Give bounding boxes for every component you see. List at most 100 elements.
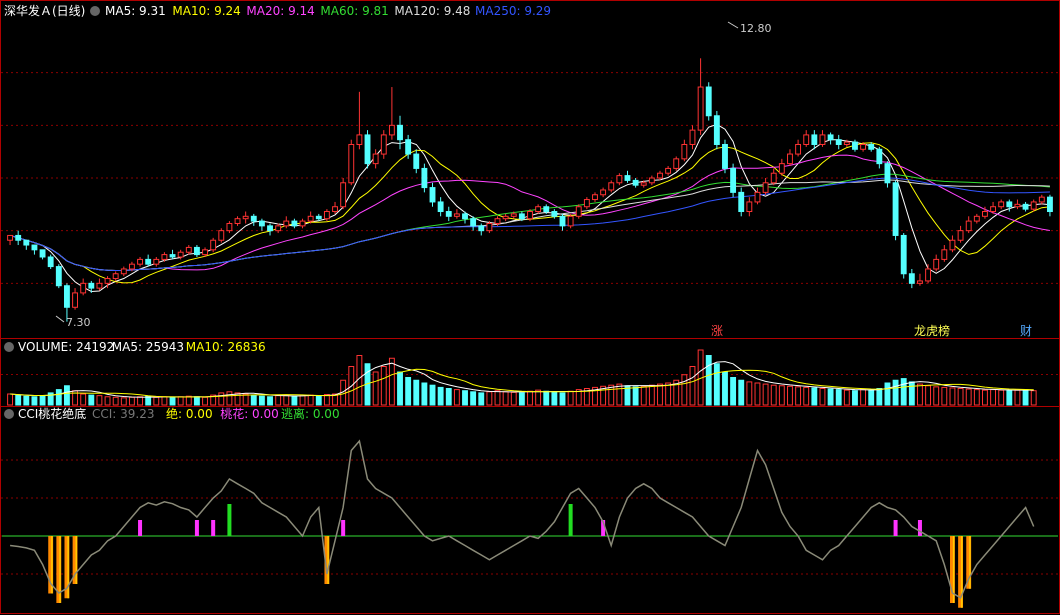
- candle-body: [925, 268, 932, 282]
- volume-bar: [161, 396, 168, 406]
- candle-body: [705, 86, 712, 117]
- candle-body: [494, 218, 501, 224]
- candle-body: [917, 280, 923, 284]
- candle-body: [876, 148, 883, 165]
- volume-bar: [202, 396, 208, 406]
- volume-bar: [478, 392, 485, 406]
- volume-bar: [705, 355, 712, 406]
- candle-body: [15, 234, 22, 241]
- volume-bar: [925, 385, 932, 406]
- grid-lines: [1, 72, 1059, 575]
- candle-body: [63, 285, 70, 308]
- candle-body: [405, 139, 412, 155]
- taohua-signal-bar: [917, 520, 922, 536]
- candle-body: [478, 225, 485, 232]
- candle-body: [957, 230, 964, 241]
- volume-bar: [494, 390, 501, 406]
- volume-bar: [55, 389, 62, 406]
- candle-body: [965, 220, 972, 232]
- candle-body: [990, 206, 997, 213]
- volume-bar: [96, 395, 103, 406]
- volume-bar: [819, 388, 826, 406]
- event-label-longhubang[interactable]: 龙虎榜: [914, 323, 950, 338]
- candle-body: [982, 211, 988, 217]
- volume-bar: [510, 391, 517, 406]
- indicator-label: MA5: 25943: [112, 340, 184, 354]
- event-label-cai[interactable]: 财: [1020, 324, 1032, 338]
- volume-bar: [291, 395, 298, 406]
- candle-body: [600, 189, 607, 196]
- volume-bar: [23, 395, 30, 406]
- indicator-label: MA5: 9.31: [105, 4, 166, 18]
- volume-bar: [827, 388, 834, 406]
- candle-body: [153, 258, 160, 265]
- candle-body: [307, 215, 314, 222]
- volume-bar: [1022, 389, 1029, 406]
- candle-body: [421, 167, 428, 189]
- low-annotation: 7.30: [55, 315, 91, 329]
- event-label-zhang[interactable]: 涨: [711, 323, 723, 338]
- main-indicators: MA5: 9.31 MA10: 9.24 MA20: 9.14 MA60: 9.81 M…: [105, 4, 551, 18]
- candle-body: [640, 182, 647, 186]
- cci-settings-icon[interactable]: [4, 409, 14, 419]
- candle-body: [908, 273, 915, 284]
- indicator-label: MA250: 9.29: [475, 4, 551, 18]
- cci-indicators: CCI: 39.23 绝: 0.00 桃花: 0.00 逃离: 0.00: [92, 406, 340, 421]
- volume-bar: [665, 382, 672, 406]
- volume-bar: [689, 366, 696, 406]
- candle-body: [543, 206, 550, 213]
- volume-bar: [185, 395, 192, 406]
- candle-body: [697, 86, 704, 131]
- volume-bar: [965, 388, 972, 406]
- candle-body: [811, 134, 818, 145]
- candle-body: [567, 215, 574, 227]
- high-pointer: [727, 21, 739, 29]
- volume-settings-icon[interactable]: [4, 342, 14, 352]
- volume-bar: [657, 383, 663, 406]
- candle-body: [348, 143, 355, 184]
- volume-bar: [730, 377, 737, 406]
- volume-bar: [811, 387, 818, 406]
- volume-bar: [616, 383, 623, 406]
- candle-body: [787, 153, 793, 165]
- candle-body: [283, 220, 290, 227]
- volume-bars: [7, 349, 1037, 406]
- candle-body: [169, 254, 176, 258]
- candle-body: [7, 234, 13, 241]
- cci-title: CCI桃花绝底: [18, 406, 86, 421]
- volume-indicators: VOLUME: 24192MA5: 25943 MA10: 26836: [18, 340, 266, 354]
- candle-body: [754, 191, 761, 203]
- candle-body: [299, 220, 306, 227]
- volume-bar: [88, 394, 95, 406]
- taoli-signal-bar: [227, 504, 232, 536]
- candle-body: [413, 153, 420, 169]
- candle-body: [884, 163, 891, 184]
- candle-body: [835, 139, 842, 145]
- volume-bar: [762, 383, 769, 406]
- candle-body: [486, 222, 493, 232]
- volume-bar: [153, 396, 160, 406]
- volume-bar: [860, 389, 867, 406]
- volume-bar: [884, 382, 891, 406]
- volume-bar: [405, 377, 412, 406]
- candle-body: [388, 124, 395, 136]
- candle-body: [445, 211, 452, 217]
- taohua-signal-bar: [138, 520, 143, 536]
- indicator-label: 绝: 0.00: [166, 406, 213, 421]
- candle-body: [632, 179, 639, 186]
- main-settings-icon[interactable]: [90, 6, 100, 16]
- volume-bar: [177, 396, 184, 406]
- volume-bar: [63, 385, 70, 406]
- volume-bar: [852, 390, 858, 406]
- candle-body: [55, 266, 62, 287]
- volume-bar: [226, 391, 233, 406]
- candle-body: [372, 153, 379, 165]
- candle-body: [551, 211, 558, 217]
- volume-bar: [470, 391, 477, 406]
- candle-body: [218, 230, 225, 241]
- candle-body: [470, 218, 477, 227]
- candle-body: [559, 215, 566, 227]
- candle-body: [397, 124, 403, 141]
- candle-body: [819, 134, 826, 145]
- volume-bar: [998, 389, 1005, 406]
